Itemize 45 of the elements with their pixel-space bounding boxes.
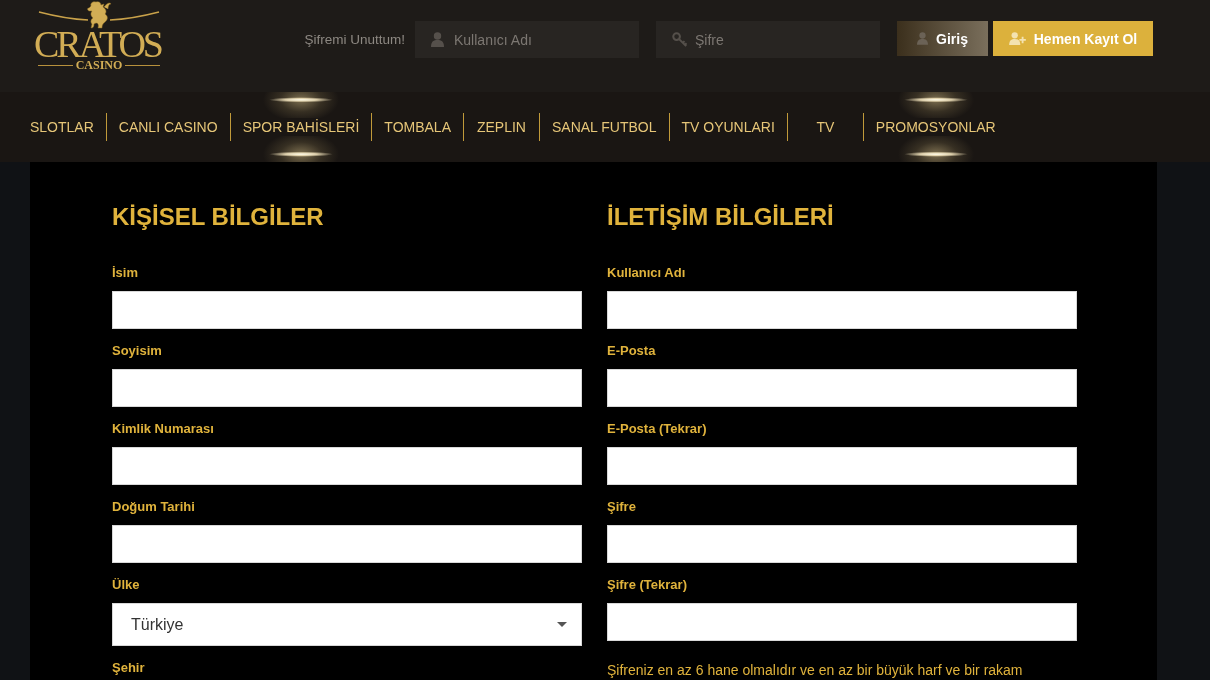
field-label: Şifre (Tekrar): [607, 577, 688, 593]
field-label: Şifre: [607, 499, 637, 515]
input-field[interactable]: [112, 525, 582, 563]
input-field[interactable]: [607, 603, 1077, 641]
caret-icon: [557, 622, 567, 627]
input-field[interactable]: [607, 369, 1077, 407]
field-label: Ülke: [112, 577, 141, 593]
nav-link[interactable]: TOMBALA: [372, 92, 463, 162]
field-label: Soyisim: [112, 343, 163, 359]
nav-link[interactable]: SPOR BAHİSLERİ: [230, 92, 372, 162]
field-label: Kullanıcı Adı: [607, 265, 687, 281]
user-icon: [431, 32, 444, 47]
country-select[interactable]: Türkiye: [112, 603, 582, 646]
field-label: E-Posta (Tekrar): [607, 421, 708, 437]
input-field[interactable]: [112, 369, 582, 407]
password-field[interactable]: Şifre: [656, 21, 880, 58]
input-field[interactable]: [112, 447, 582, 485]
field-label: E-Posta: [607, 343, 657, 359]
logo-subtitle: CASINO: [75, 59, 123, 72]
key-icon: [672, 32, 687, 47]
login-button[interactable]: Giriş: [897, 21, 988, 56]
password-hint: Şifreniz en az 6 hane olmalıdır ve en az bir büyük harf ve bir rakam: [607, 661, 1024, 679]
field-label: Kimlik Numarası: [112, 421, 215, 437]
section-heading: KİŞİSEL BİLGİLER: [112, 203, 325, 231]
input-field[interactable]: [607, 525, 1077, 563]
input-field[interactable]: [112, 291, 582, 329]
field-label: İsim: [112, 265, 139, 281]
field-label: Şehir: [112, 660, 146, 676]
nav-link[interactable]: ZEPLIN: [464, 92, 539, 162]
nav-link[interactable]: SLOTLAR: [18, 92, 106, 162]
section-heading: İLETİŞİM BİLGİLERİ: [607, 203, 835, 231]
nav-link[interactable]: TV: [787, 92, 863, 162]
nav-link[interactable]: CANLI CASINO: [106, 92, 230, 162]
input-field[interactable]: [607, 291, 1077, 329]
nav-link[interactable]: TV OYUNLARI: [669, 92, 787, 162]
username-field[interactable]: Kullanıcı Adı: [415, 21, 639, 58]
logo-wordmark: CRATOS: [34, 29, 163, 59]
add-user-icon: [1008, 32, 1026, 45]
user-icon: [917, 32, 929, 45]
field-label: Doğum Tarihi: [112, 499, 196, 515]
forgot-password-link[interactable]: Şifremi Unuttum!: [304, 32, 405, 47]
emblem-icon: [38, 1, 160, 29]
input-field[interactable]: [607, 447, 1077, 485]
nav-link[interactable]: PROMOSYONLAR: [863, 92, 1008, 162]
nav-link[interactable]: SANAL FUTBOL: [540, 92, 669, 162]
